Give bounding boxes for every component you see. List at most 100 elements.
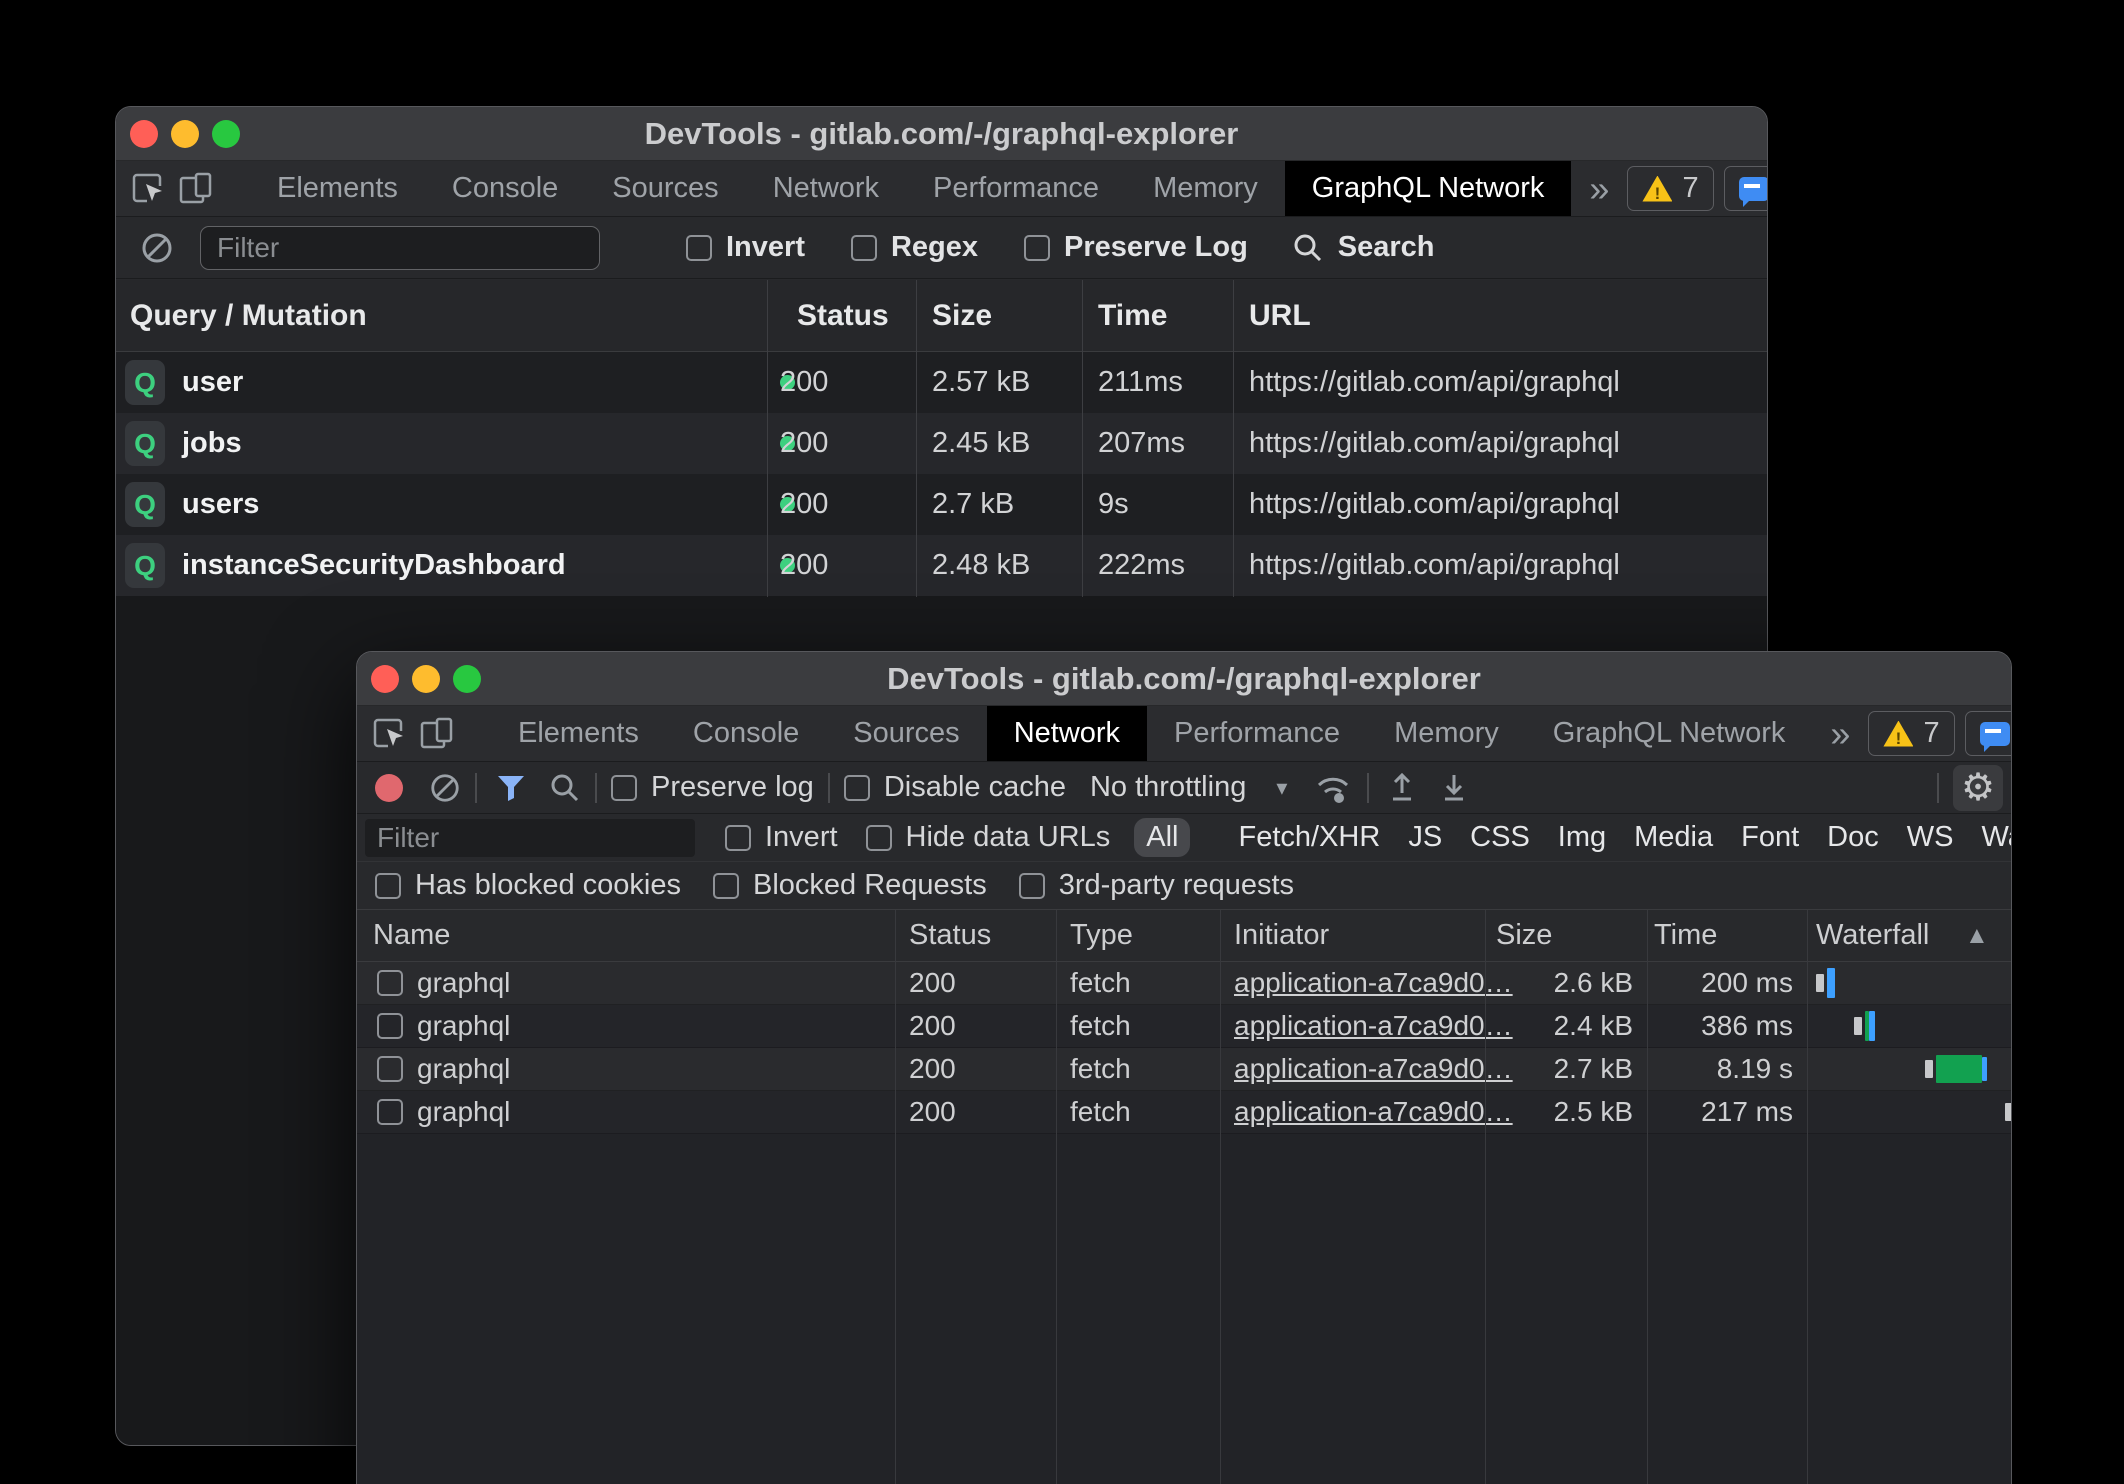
column-waterfall[interactable]: Waterfall xyxy=(1816,910,1929,961)
warnings-badge[interactable]: 7 xyxy=(1627,166,1713,211)
request-row[interactable]: graphql 200 fetch application-a7ca9d0… 2… xyxy=(357,1005,2011,1048)
checkbox-box[interactable] xyxy=(844,775,870,801)
filter-chip-css[interactable]: CSS xyxy=(1470,821,1530,854)
more-tabs-icon[interactable]: » xyxy=(1812,713,1868,755)
column-name[interactable]: Name xyxy=(373,910,450,961)
network-conditions-icon[interactable] xyxy=(1313,771,1353,805)
tab-graphql-network[interactable]: GraphQL Network xyxy=(1526,706,1813,761)
issues-badge[interactable]: 1 xyxy=(1965,711,2012,756)
inspect-element-icon[interactable] xyxy=(373,711,407,757)
column-status[interactable]: Status xyxy=(909,910,991,961)
graphql-row-users[interactable]: Q users 200 2.7 kB 9s https://gitlab.com… xyxy=(116,474,1767,535)
tab-graphql-network[interactable]: GraphQL Network xyxy=(1285,161,1572,216)
column-divider[interactable] xyxy=(1485,910,1486,1484)
column-divider[interactable] xyxy=(895,910,896,1484)
column-divider[interactable] xyxy=(1220,910,1221,1484)
back-titlebar[interactable]: DevTools - gitlab.com/-/graphql-explorer xyxy=(116,107,1767,161)
checkbox-box[interactable] xyxy=(713,873,739,899)
graphql-row-jobs[interactable]: Q jobs 200 2.45 kB 207ms https://gitlab.… xyxy=(116,413,1767,474)
checkbox-box[interactable] xyxy=(851,235,877,261)
export-har-icon[interactable] xyxy=(1439,771,1469,805)
clear-icon[interactable] xyxy=(140,231,174,265)
row-checkbox[interactable] xyxy=(377,1005,403,1047)
filter-chip-img[interactable]: Img xyxy=(1558,821,1606,854)
column-divider[interactable] xyxy=(1647,910,1648,1484)
initiator-link[interactable]: application-a7ca9d0… xyxy=(1234,1048,1513,1090)
tab-console[interactable]: Console xyxy=(666,706,826,761)
checkbox-box[interactable] xyxy=(866,825,892,851)
initiator-link[interactable]: application-a7ca9d0… xyxy=(1234,1091,1513,1133)
preserve-log-checkbox[interactable]: Preserve Log xyxy=(1024,231,1248,264)
column-type[interactable]: Type xyxy=(1070,910,1133,961)
request-row[interactable]: graphql 200 fetch application-a7ca9d0… 2… xyxy=(357,1048,2011,1091)
tab-elements[interactable]: Elements xyxy=(250,161,425,216)
checkbox-box[interactable] xyxy=(725,825,751,851)
zoom-button[interactable] xyxy=(453,665,481,693)
search-button[interactable]: Search xyxy=(1292,231,1435,264)
filter-chip-media[interactable]: Media xyxy=(1634,821,1713,854)
preserve-log-checkbox[interactable]: Preserve log xyxy=(611,771,814,804)
record-button[interactable] xyxy=(375,774,403,802)
blocked-requests-checkbox[interactable]: Blocked Requests xyxy=(713,869,987,902)
device-toolbar-icon[interactable] xyxy=(419,711,455,757)
import-har-icon[interactable] xyxy=(1387,771,1417,805)
column-divider[interactable] xyxy=(1056,910,1057,1484)
hide-data-urls-checkbox[interactable]: Hide data URLs xyxy=(866,821,1111,854)
filter-chip-js[interactable]: JS xyxy=(1408,821,1442,854)
row-checkbox[interactable] xyxy=(377,962,403,1004)
checkbox-box[interactable] xyxy=(1024,235,1050,261)
column-divider[interactable] xyxy=(1807,910,1808,1484)
graphql-filter-input[interactable] xyxy=(200,226,600,270)
device-toolbar-icon[interactable] xyxy=(178,166,214,212)
column-initiator[interactable]: Initiator xyxy=(1234,910,1329,961)
checkbox-box[interactable] xyxy=(686,235,712,261)
column-size[interactable]: Size xyxy=(1496,910,1552,961)
initiator-link[interactable]: application-a7ca9d0… xyxy=(1234,962,1513,1004)
row-checkbox[interactable] xyxy=(377,1048,403,1090)
front-titlebar[interactable]: DevTools - gitlab.com/-/graphql-explorer xyxy=(357,652,2011,706)
tab-performance[interactable]: Performance xyxy=(906,161,1126,216)
filter-chip-font[interactable]: Font xyxy=(1741,821,1799,854)
filter-chip-wasm[interactable]: Wasm xyxy=(1981,821,2012,854)
third-party-requests-checkbox[interactable]: 3rd-party requests xyxy=(1019,869,1294,902)
tab-network[interactable]: Network xyxy=(987,706,1147,761)
tab-sources[interactable]: Sources xyxy=(585,161,745,216)
tab-sources[interactable]: Sources xyxy=(826,706,986,761)
filter-chip-fetch-xhr[interactable]: Fetch/XHR xyxy=(1238,821,1380,854)
throttling-dropdown[interactable]: No throttling ▾ xyxy=(1090,771,1287,804)
filter-chip-doc[interactable]: Doc xyxy=(1827,821,1879,854)
tab-console[interactable]: Console xyxy=(425,161,585,216)
checkbox-box[interactable] xyxy=(611,775,637,801)
tab-memory[interactable]: Memory xyxy=(1367,706,1526,761)
request-row[interactable]: graphql 200 fetch application-a7ca9d0… 2… xyxy=(357,1091,2011,1134)
graphql-row-user[interactable]: Q user 200 2.57 kB 211ms https://gitlab.… xyxy=(116,352,1767,413)
filter-chip-all[interactable]: All xyxy=(1134,818,1190,857)
tab-network[interactable]: Network xyxy=(746,161,906,216)
search-icon[interactable] xyxy=(549,772,581,804)
minimize-button[interactable] xyxy=(412,665,440,693)
initiator-link[interactable]: application-a7ca9d0… xyxy=(1234,1005,1513,1047)
network-settings-button[interactable]: ⚙ xyxy=(1953,765,2003,811)
invert-checkbox[interactable]: Invert xyxy=(686,231,805,264)
inspect-element-icon[interactable] xyxy=(132,166,166,212)
close-button[interactable] xyxy=(371,665,399,693)
tab-memory[interactable]: Memory xyxy=(1126,161,1285,216)
clear-icon[interactable] xyxy=(429,772,461,804)
disable-cache-checkbox[interactable]: Disable cache xyxy=(844,771,1066,804)
tab-performance[interactable]: Performance xyxy=(1147,706,1367,761)
filter-chip-ws[interactable]: WS xyxy=(1907,821,1954,854)
tab-elements[interactable]: Elements xyxy=(491,706,666,761)
has-blocked-cookies-checkbox[interactable]: Has blocked cookies xyxy=(375,869,681,902)
filter-funnel-icon[interactable] xyxy=(495,773,527,803)
regex-checkbox[interactable]: Regex xyxy=(851,231,978,264)
graphql-row-instance-security-dashboard[interactable]: Q instanceSecurityDashboard 200 2.48 kB … xyxy=(116,535,1767,596)
close-button[interactable] xyxy=(130,120,158,148)
zoom-button[interactable] xyxy=(212,120,240,148)
checkbox-box[interactable] xyxy=(1019,873,1045,899)
row-checkbox[interactable] xyxy=(377,1091,403,1133)
request-row[interactable]: graphql 200 fetch application-a7ca9d0… 2… xyxy=(357,962,2011,1005)
warnings-badge[interactable]: 7 xyxy=(1868,711,1954,756)
issues-badge[interactable]: 1 xyxy=(1724,166,1768,211)
checkbox-box[interactable] xyxy=(375,873,401,899)
network-filter-input[interactable] xyxy=(365,819,695,857)
